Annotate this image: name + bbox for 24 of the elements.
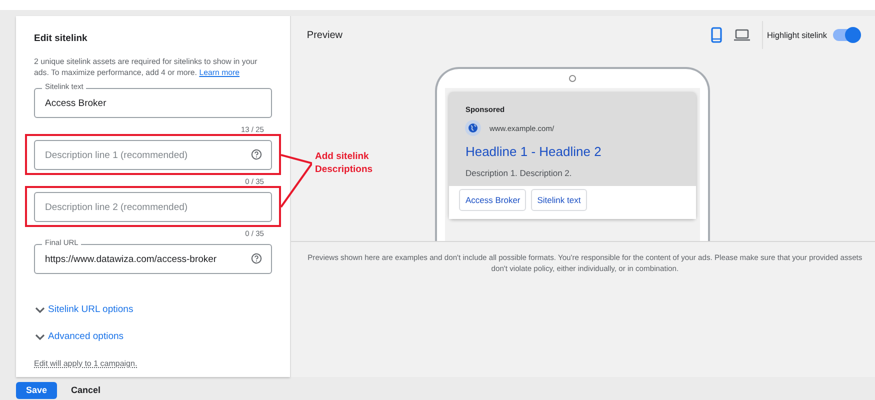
cancel-button[interactable]: Cancel: [71, 384, 101, 398]
help-icon[interactable]: [250, 149, 262, 160]
text-field[interactable]: Description line 2 (recommended): [34, 192, 272, 222]
sitelink-chip[interactable]: Access Broker: [459, 188, 526, 212]
text-field[interactable]: Access Broker: [34, 88, 272, 118]
expander-link[interactable]: Sitelink URL options: [34, 303, 134, 318]
laptop-icon[interactable]: [734, 28, 750, 41]
text-field[interactable]: Description line 1 (recommended): [34, 140, 272, 170]
text-field[interactable]: https://www.datawiza.com/access-broker: [34, 244, 272, 274]
preview-title: Preview: [306, 28, 342, 42]
annotation-text: Add sitelink Descriptions: [315, 150, 374, 176]
phone-icon[interactable]: [711, 27, 722, 43]
help-icon[interactable]: [250, 253, 262, 264]
camera-icon: [569, 75, 576, 82]
save-button[interactable]: Save: [16, 382, 58, 399]
ad-description: Description 1. Description 2.: [464, 166, 573, 180]
toggle-label: Highlight sitelink: [767, 28, 827, 42]
ad-headline[interactable]: Headline 1 - Headline 2: [449, 142, 696, 162]
highlight-toggle[interactable]: [833, 29, 859, 41]
globe-icon: [465, 120, 482, 136]
sitelink-chip[interactable]: Sitelink text: [531, 188, 587, 212]
panel-title: Edit sitelink: [34, 32, 88, 46]
apply-note: Edit will apply to 1 campaign.: [34, 358, 138, 368]
expander-link[interactable]: Advanced options: [34, 330, 124, 344]
